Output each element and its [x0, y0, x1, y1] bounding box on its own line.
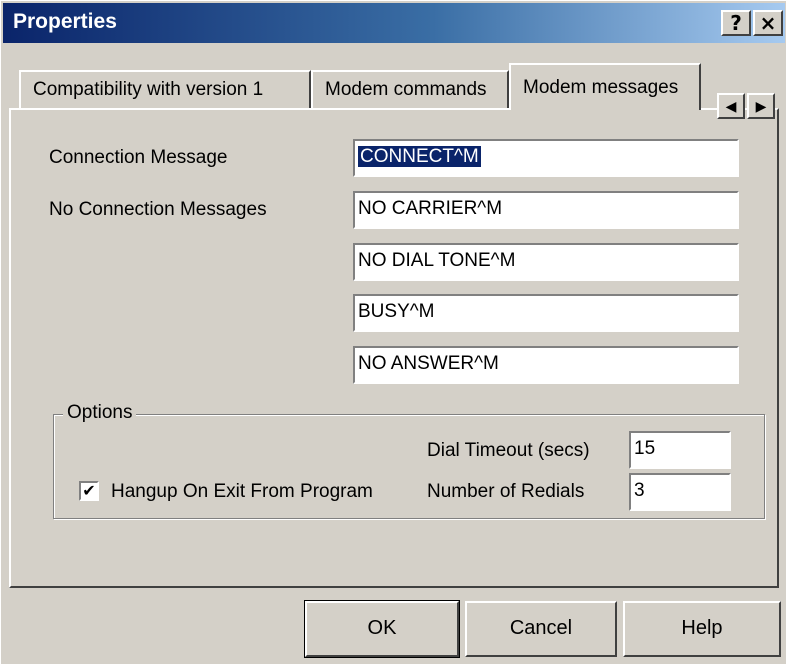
help-dialog-button[interactable]: Help: [623, 601, 781, 657]
no-connection-message-field-1[interactable]: NO CARRIER^M: [353, 191, 739, 229]
no-connection-message-field-4[interactable]: NO ANSWER^M: [353, 346, 739, 384]
ok-button[interactable]: OK: [304, 600, 460, 658]
tab-scroll-left-button[interactable]: ◀: [717, 93, 745, 119]
close-button[interactable]: ×: [753, 10, 783, 36]
dial-timeout-label: Dial Timeout (secs): [427, 440, 590, 461]
window-title: Properties: [13, 10, 117, 33]
title-bar[interactable]: Properties ? ×: [3, 3, 785, 43]
no-connection-messages-label: No Connection Messages: [49, 199, 267, 220]
hangup-label[interactable]: Hangup On Exit From Program: [111, 481, 373, 503]
redials-label: Number of Redials: [427, 481, 585, 502]
selected-text: CONNECT^M: [358, 146, 481, 167]
tab-compatibility[interactable]: Compatibility with version 1: [19, 70, 311, 108]
cancel-button[interactable]: Cancel: [465, 601, 617, 657]
dial-timeout-field[interactable]: 15: [629, 431, 731, 469]
options-group-title: Options: [63, 402, 137, 424]
redials-field[interactable]: 3: [629, 473, 731, 511]
connection-message-label: Connection Message: [49, 147, 228, 168]
arrow-left-icon: ◀: [725, 98, 737, 114]
checkmark-icon: ✔: [82, 481, 96, 500]
connection-message-field[interactable]: CONNECT^M: [353, 139, 739, 177]
tab-modem-messages[interactable]: Modem messages: [509, 63, 701, 110]
properties-dialog: Properties ? × Compatibility with versio…: [0, 0, 786, 664]
no-connection-message-field-3[interactable]: BUSY^M: [353, 294, 739, 332]
tab-scroll-right-button[interactable]: ▶: [747, 93, 775, 119]
question-icon: ?: [730, 11, 742, 35]
hangup-checkbox[interactable]: ✔: [79, 481, 99, 501]
arrow-right-icon: ▶: [755, 98, 767, 114]
tab-modem-commands[interactable]: Modem commands: [311, 70, 509, 108]
close-icon: ×: [759, 11, 777, 35]
help-button[interactable]: ?: [721, 10, 751, 36]
no-connection-message-field-2[interactable]: NO DIAL TONE^M: [353, 243, 739, 281]
